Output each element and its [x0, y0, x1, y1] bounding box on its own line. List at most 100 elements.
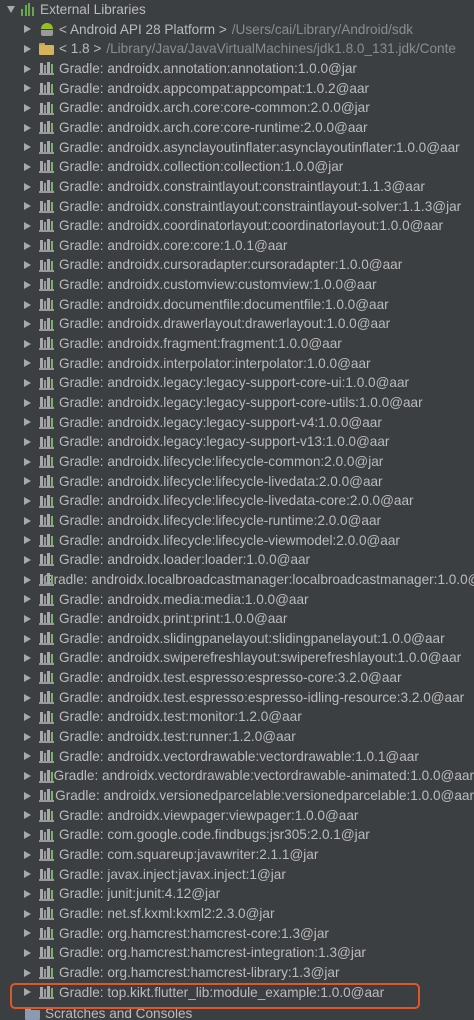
- expand-arrow-icon[interactable]: [24, 536, 31, 545]
- library-item[interactable]: Gradle: androidx.test:runner:1.2.0@aar: [0, 727, 474, 747]
- expand-arrow-icon[interactable]: [24, 45, 31, 54]
- library-item[interactable]: Gradle: androidx.versionedparcelable:ver…: [0, 786, 474, 806]
- expand-arrow-icon[interactable]: [24, 104, 31, 113]
- expand-arrow-icon[interactable]: [24, 202, 31, 211]
- library-item[interactable]: Gradle: androidx.lifecycle:lifecycle-com…: [0, 452, 474, 472]
- expand-arrow-icon[interactable]: [24, 555, 31, 564]
- library-item[interactable]: Gradle: androidx.loader:loader:1.0.0@aar: [0, 550, 474, 570]
- sdk-item[interactable]: < 1.8 >/Library/Java/JavaVirtualMachines…: [0, 39, 474, 59]
- expand-arrow-icon[interactable]: [24, 182, 31, 191]
- expand-arrow-icon[interactable]: [24, 261, 31, 270]
- sdk-item[interactable]: < Android API 28 Platform >/Users/cai/Li…: [0, 20, 474, 40]
- expand-arrow-icon[interactable]: [24, 772, 31, 781]
- expand-arrow-icon[interactable]: [24, 359, 31, 368]
- library-item[interactable]: Gradle: androidx.constraintlayout:constr…: [0, 197, 474, 217]
- expand-arrow-icon[interactable]: [24, 870, 31, 879]
- library-item[interactable]: Gradle: androidx.lifecycle:lifecycle-liv…: [0, 491, 474, 511]
- expand-arrow-icon[interactable]: [24, 221, 31, 230]
- expand-arrow-icon[interactable]: [24, 497, 31, 506]
- library-item[interactable]: Gradle: androidx.media:media:1.0.0@aar: [0, 590, 474, 610]
- expand-arrow-icon[interactable]: [24, 752, 31, 761]
- library-item[interactable]: Gradle: androidx.documentfile:documentfi…: [0, 295, 474, 315]
- expand-arrow-icon[interactable]: [24, 418, 31, 427]
- library-item[interactable]: Gradle: androidx.annotation:annotation:1…: [0, 59, 474, 79]
- library-item[interactable]: Gradle: androidx.arch.core:core-runtime:…: [0, 118, 474, 138]
- expand-arrow-icon[interactable]: [24, 438, 31, 447]
- library-item[interactable]: Gradle: androidx.legacy:legacy-support-v…: [0, 413, 474, 433]
- library-item[interactable]: Gradle: androidx.arch.core:core-common:2…: [0, 98, 474, 118]
- expand-arrow-icon[interactable]: [24, 123, 31, 132]
- library-item[interactable]: Gradle: androidx.appcompat:appcompat:1.0…: [0, 79, 474, 99]
- expand-arrow-icon[interactable]: [24, 25, 31, 34]
- library-item[interactable]: Gradle: androidx.lifecycle:lifecycle-liv…: [0, 472, 474, 492]
- expand-arrow-icon[interactable]: [24, 732, 31, 741]
- expand-arrow-icon[interactable]: [24, 968, 31, 977]
- library-item[interactable]: Gradle: org.hamcrest:hamcrest-integratio…: [0, 943, 474, 963]
- library-item[interactable]: Gradle: androidx.customview:customview:1…: [0, 275, 474, 295]
- expand-arrow-icon[interactable]: [24, 634, 31, 643]
- expand-arrow-icon[interactable]: [24, 654, 31, 663]
- expand-arrow-icon[interactable]: [24, 280, 31, 289]
- expand-arrow-icon[interactable]: [24, 713, 31, 722]
- library-item[interactable]: Gradle: androidx.swiperefreshlayout:swip…: [0, 648, 474, 668]
- library-item[interactable]: Gradle: androidx.test:monitor:1.2.0@aar: [0, 707, 474, 727]
- expand-arrow-icon[interactable]: [24, 890, 31, 899]
- library-item[interactable]: Gradle: javax.inject:javax.inject:1@jar: [0, 865, 474, 885]
- library-item[interactable]: Gradle: androidx.lifecycle:lifecycle-vie…: [0, 531, 474, 551]
- library-item[interactable]: Gradle: androidx.constraintlayout:constr…: [0, 177, 474, 197]
- expand-arrow-icon[interactable]: [24, 909, 31, 918]
- expand-arrow-icon[interactable]: [24, 320, 31, 329]
- expand-arrow-icon[interactable]: [24, 575, 31, 584]
- library-item[interactable]: Gradle: androidx.asynclayoutinflater:asy…: [0, 138, 474, 158]
- library-item[interactable]: Gradle: androidx.interpolator:interpolat…: [0, 354, 474, 374]
- library-item[interactable]: Gradle: androidx.legacy:legacy-support-c…: [0, 373, 474, 393]
- library-item[interactable]: Gradle: androidx.coordinatorlayout:coord…: [0, 216, 474, 236]
- expand-arrow-icon[interactable]: [24, 811, 31, 820]
- library-item[interactable]: Gradle: androidx.drawerlayout:drawerlayo…: [0, 314, 474, 334]
- expand-arrow-icon[interactable]: [24, 457, 31, 466]
- expand-arrow-icon[interactable]: [24, 477, 31, 486]
- expand-arrow-icon[interactable]: [24, 948, 31, 957]
- library-item[interactable]: Gradle: androidx.vectordrawable:vectordr…: [0, 747, 474, 767]
- expand-arrow-icon[interactable]: [24, 929, 31, 938]
- expand-arrow-icon[interactable]: [24, 831, 31, 840]
- tree-node-external-libraries[interactable]: External Libraries: [0, 0, 474, 20]
- expand-arrow-icon[interactable]: [24, 850, 31, 859]
- library-item[interactable]: Gradle: androidx.legacy:legacy-support-c…: [0, 393, 474, 413]
- expand-arrow-icon[interactable]: [24, 379, 31, 388]
- expand-arrow-icon[interactable]: [24, 300, 31, 309]
- library-item[interactable]: Gradle: org.hamcrest:hamcrest-core:1.3@j…: [0, 924, 474, 944]
- expand-arrow-icon[interactable]: [24, 673, 31, 682]
- expand-arrow-icon[interactable]: [24, 64, 31, 73]
- library-item[interactable]: Gradle: androidx.test.espresso:espresso-…: [0, 668, 474, 688]
- library-item[interactable]: Gradle: androidx.localbroadcastmanager:l…: [0, 570, 474, 590]
- library-item[interactable]: Gradle: net.sf.kxml:kxml2:2.3.0@jar: [0, 904, 474, 924]
- expand-arrow-icon[interactable]: [24, 516, 31, 525]
- expand-arrow-icon[interactable]: [24, 398, 31, 407]
- expand-arrow-icon[interactable]: [7, 6, 15, 14]
- library-item[interactable]: Gradle: androidx.lifecycle:lifecycle-run…: [0, 511, 474, 531]
- library-item[interactable]: Gradle: com.squareup:javawriter:2.1.1@ja…: [0, 845, 474, 865]
- library-item[interactable]: Gradle: androidx.print:print:1.0.0@aar: [0, 609, 474, 629]
- expand-arrow-icon[interactable]: [24, 162, 31, 171]
- expand-arrow-icon[interactable]: [24, 614, 31, 623]
- library-item[interactable]: Gradle: androidx.viewpager:viewpager:1.0…: [0, 806, 474, 826]
- library-item[interactable]: Gradle: androidx.legacy:legacy-support-v…: [0, 432, 474, 452]
- library-item[interactable]: Gradle: androidx.fragment:fragment:1.0.0…: [0, 334, 474, 354]
- expand-arrow-icon[interactable]: [24, 241, 31, 250]
- library-item[interactable]: Gradle: androidx.cursoradapter:cursorada…: [0, 255, 474, 275]
- library-item[interactable]: Gradle: androidx.core:core:1.0.1@aar: [0, 236, 474, 256]
- library-item[interactable]: Gradle: androidx.slidingpanelayout:slidi…: [0, 629, 474, 649]
- library-item[interactable]: Gradle: androidx.vectordrawable:vectordr…: [0, 766, 474, 786]
- library-item[interactable]: Gradle: junit:junit:4.12@jar: [0, 884, 474, 904]
- library-item[interactable]: Gradle: com.google.code.findbugs:jsr305:…: [0, 825, 474, 845]
- expand-arrow-icon[interactable]: [24, 143, 31, 152]
- library-item[interactable]: Gradle: org.hamcrest:hamcrest-library:1.…: [0, 963, 474, 983]
- expand-arrow-icon[interactable]: [24, 84, 31, 93]
- library-item[interactable]: Gradle: androidx.test.espresso:espresso-…: [0, 688, 474, 708]
- expand-arrow-icon[interactable]: [24, 693, 31, 702]
- expand-arrow-icon[interactable]: [24, 339, 31, 348]
- expand-arrow-icon[interactable]: [24, 595, 31, 604]
- library-item[interactable]: Gradle: androidx.collection:collection:1…: [0, 157, 474, 177]
- expand-arrow-icon[interactable]: [24, 791, 31, 800]
